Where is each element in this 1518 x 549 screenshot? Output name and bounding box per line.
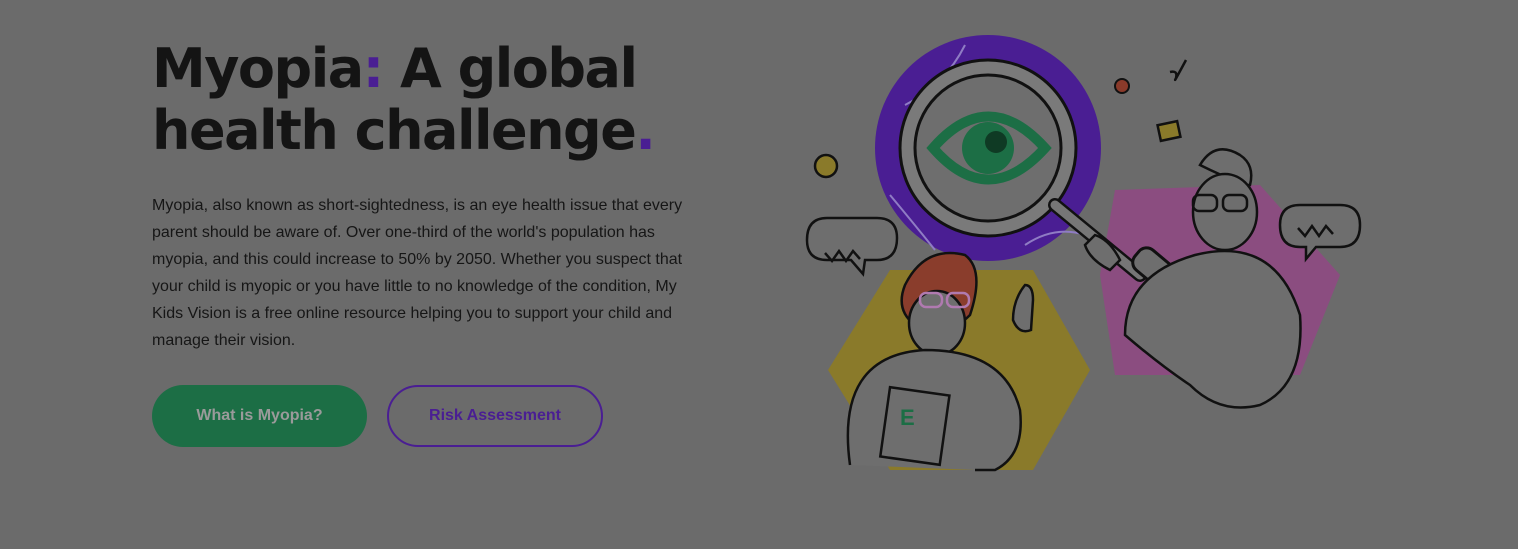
- hero-actions: What is Myopia? Risk Assessment: [152, 385, 603, 447]
- eye-icon: [926, 111, 1052, 185]
- yellow-dot: [813, 153, 839, 179]
- red-dot: [1114, 78, 1130, 94]
- hero-illustration: E: [805, 35, 1362, 472]
- what-is-myopia-button[interactable]: What is Myopia?: [152, 385, 367, 447]
- risk-assessment-button[interactable]: Risk Assessment: [387, 385, 603, 447]
- title-colon: :: [362, 37, 385, 100]
- title-period: .: [635, 99, 656, 162]
- title-part-1: Myopia: [152, 37, 364, 100]
- yellow-square: [1156, 119, 1182, 143]
- speech-bubble-icon: [805, 216, 899, 277]
- hero-description: Myopia, also known as short-sightedness,…: [152, 197, 683, 349]
- hero-section: Myopia: A global health challenge. Myopi…: [152, 38, 712, 370]
- squiggle: [1169, 59, 1188, 82]
- svg-text:E: E: [900, 405, 915, 430]
- page-title: Myopia: A global health challenge.: [152, 38, 712, 162]
